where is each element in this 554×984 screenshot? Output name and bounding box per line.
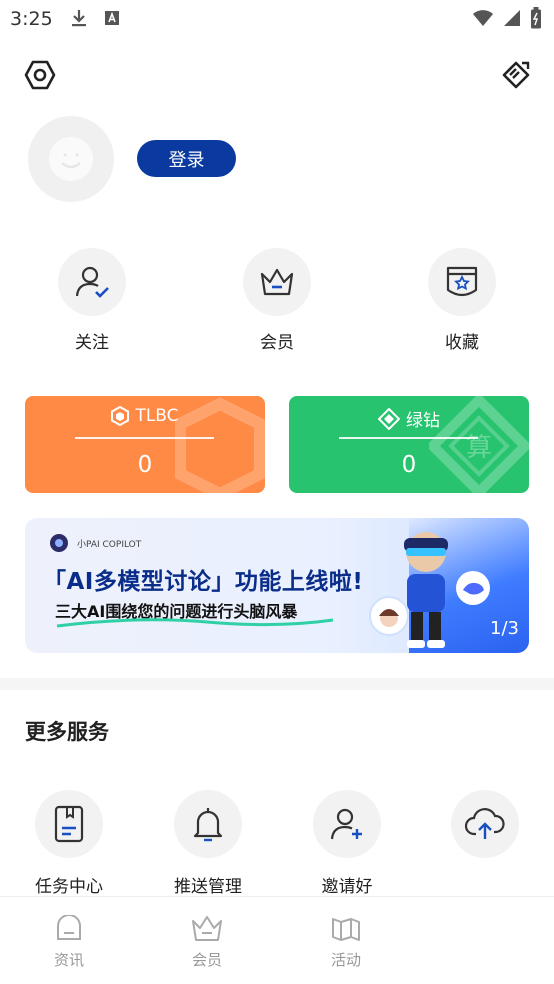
diamond-icon: [378, 407, 400, 430]
tlbc-value: 0: [137, 452, 153, 478]
deepseek-whale-icon: [456, 571, 490, 605]
banner-page-indicator: 1/3: [490, 618, 519, 639]
status-icons: [472, 7, 542, 29]
quick-action-label: 会员: [260, 333, 294, 353]
crown-icon: [192, 916, 222, 941]
tab-news[interactable]: 资讯: [39, 914, 99, 970]
notification-a-icon: [104, 10, 120, 30]
tlbc-title: TLBC: [135, 406, 179, 426]
section-divider: [0, 678, 554, 690]
tab-member[interactable]: 会员: [177, 915, 237, 970]
add-user-icon: [313, 790, 381, 858]
user-check-icon: [58, 248, 126, 316]
green-diamond-value: 0: [401, 452, 417, 478]
login-button[interactable]: 登录: [137, 140, 236, 177]
quick-action-label: 收藏: [445, 333, 479, 353]
tlbc-card[interactable]: TLBC 0: [25, 396, 265, 493]
signal-icon: [504, 10, 520, 26]
news-icon: [57, 914, 81, 940]
tab-label: 活动: [330, 951, 361, 969]
service-cloud-upload[interactable]: [420, 790, 550, 872]
wifi-icon: [473, 10, 493, 26]
download-icon: [70, 8, 88, 32]
status-time: 3:25: [10, 8, 53, 30]
promo-banner[interactable]: 小PAI COPILOT 「AI多模型讨论」功能上线啦! 三大AI围绕您的问题进…: [25, 518, 529, 653]
banner-brand: 小PAI COPILOT: [49, 533, 141, 553]
crown-icon: [243, 248, 311, 316]
avatar[interactable]: [28, 116, 114, 202]
assistant-avatar-icon: [369, 596, 409, 636]
hexagon-token-icon: [111, 406, 130, 426]
battery-icon: [531, 7, 541, 29]
settings-icon[interactable]: [24, 59, 56, 95]
service-label: 任务中心: [35, 877, 103, 897]
green-diamond-card[interactable]: 算 绿钻 0: [289, 396, 529, 493]
service-push-management[interactable]: 推送管理: [143, 790, 273, 897]
green-diamond-title: 绿钻: [406, 411, 440, 431]
service-label: 邀请好: [321, 877, 373, 897]
quick-action-label: 关注: [75, 333, 109, 353]
status-bar: 3:25: [0, 0, 554, 38]
map-book-icon: [332, 918, 360, 941]
banner-headline: 「AI多模型讨论」功能上线啦!: [43, 569, 364, 595]
quick-action-favorites[interactable]: 收藏: [402, 248, 522, 353]
service-label: 推送管理: [174, 877, 242, 897]
tab-activity[interactable]: 活动: [316, 915, 376, 970]
quick-action-follow[interactable]: 关注: [32, 248, 152, 353]
favorite-star-icon: [428, 248, 496, 316]
service-invite[interactable]: 邀请好: [282, 790, 412, 897]
copilot-logo-icon: [50, 534, 68, 552]
tab-label: 会员: [191, 951, 222, 969]
task-book-icon: [35, 790, 103, 858]
theme-switch-icon[interactable]: [500, 59, 532, 95]
bottom-tab-bar: 资讯 会员 活动: [0, 896, 554, 984]
quick-action-member[interactable]: 会员: [217, 248, 337, 353]
cloud-upload-icon: [451, 790, 519, 858]
services-title: 更多服务: [25, 720, 109, 744]
service-task-center[interactable]: 任务中心: [4, 790, 134, 897]
tab-label: 资讯: [53, 951, 84, 969]
bell-icon: [174, 790, 242, 858]
